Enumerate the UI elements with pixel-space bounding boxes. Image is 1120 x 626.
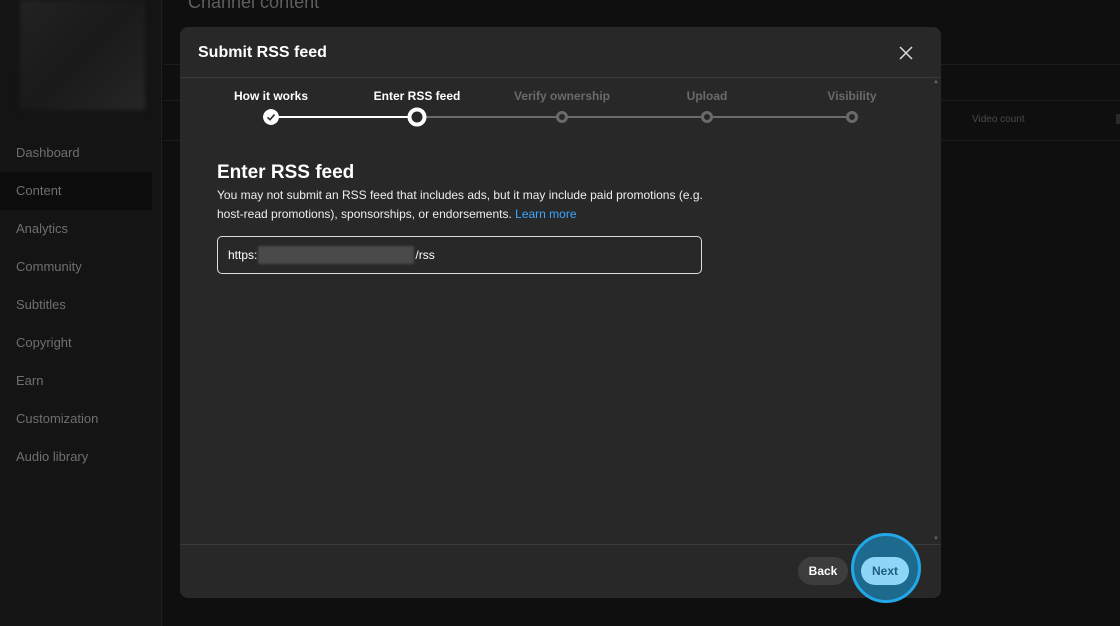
step-enter-rss-feed: Enter RSS feed <box>373 89 461 103</box>
sidebar-item-copyright[interactable]: Copyright <box>0 324 152 362</box>
current-step-dot <box>407 107 427 127</box>
sidebar-item-community[interactable]: Community <box>0 248 152 286</box>
sidebar-item-dashboard[interactable]: Dashboard <box>0 134 152 172</box>
sidebar-item-subtitles[interactable]: Subtitles <box>0 286 152 324</box>
sidebar-item-content[interactable]: Content <box>0 172 152 210</box>
dialog-title: Submit RSS feed <box>198 44 327 61</box>
header-divider <box>180 77 941 78</box>
step-dot <box>556 111 568 123</box>
section-heading: Enter RSS feed <box>217 162 355 183</box>
column-header-video-count[interactable]: Video count <box>972 114 1025 125</box>
submit-rss-dialog: Submit RSS feed ▲ How it works Enter RSS… <box>180 27 941 603</box>
learn-more-link[interactable]: Learn more <box>515 207 576 221</box>
step-dot <box>846 111 858 123</box>
sidebar-item-earn[interactable]: Earn <box>0 362 152 400</box>
page-title: Channel content <box>188 0 320 12</box>
sidebar-nav: Dashboard Content Analytics Community Su… <box>0 134 152 476</box>
url-suffix: /rss <box>415 248 435 262</box>
sidebar-item-analytics[interactable]: Analytics <box>0 210 152 248</box>
scroll-down-arrow-icon[interactable]: ▼ <box>933 536 939 542</box>
column-header-truncated <box>1116 114 1120 124</box>
sidebar-item-audio-library[interactable]: Audio library <box>0 438 152 476</box>
step-dot <box>701 111 713 123</box>
step-track-completed <box>271 116 417 118</box>
description-text: You may not submit an RSS feed that incl… <box>217 188 703 221</box>
channel-avatar <box>20 0 145 110</box>
section-description: You may not submit an RSS feed that incl… <box>217 186 717 224</box>
scroll-up-arrow-icon[interactable]: ▲ <box>933 79 939 85</box>
step-how-it-works: How it works <box>233 89 309 103</box>
footer-divider <box>180 544 941 545</box>
url-prefix: https: <box>228 248 258 262</box>
step-upload: Upload <box>686 89 728 103</box>
step-track-remaining <box>417 116 852 118</box>
stepper: How it works Enter RSS feed Verify owner… <box>180 89 941 129</box>
rss-url-input[interactable]: https: /rss <box>217 236 702 274</box>
check-icon <box>263 109 279 125</box>
sidebar: Dashboard Content Analytics Community Su… <box>0 0 162 626</box>
step-visibility: Visibility <box>827 89 877 103</box>
close-icon[interactable] <box>896 43 916 63</box>
sidebar-item-customization[interactable]: Customization <box>0 400 152 438</box>
step-verify-ownership: Verify ownership <box>513 89 611 103</box>
back-button[interactable]: Back <box>798 557 848 585</box>
redacted-url <box>258 246 415 264</box>
next-button[interactable]: Next <box>861 557 909 585</box>
